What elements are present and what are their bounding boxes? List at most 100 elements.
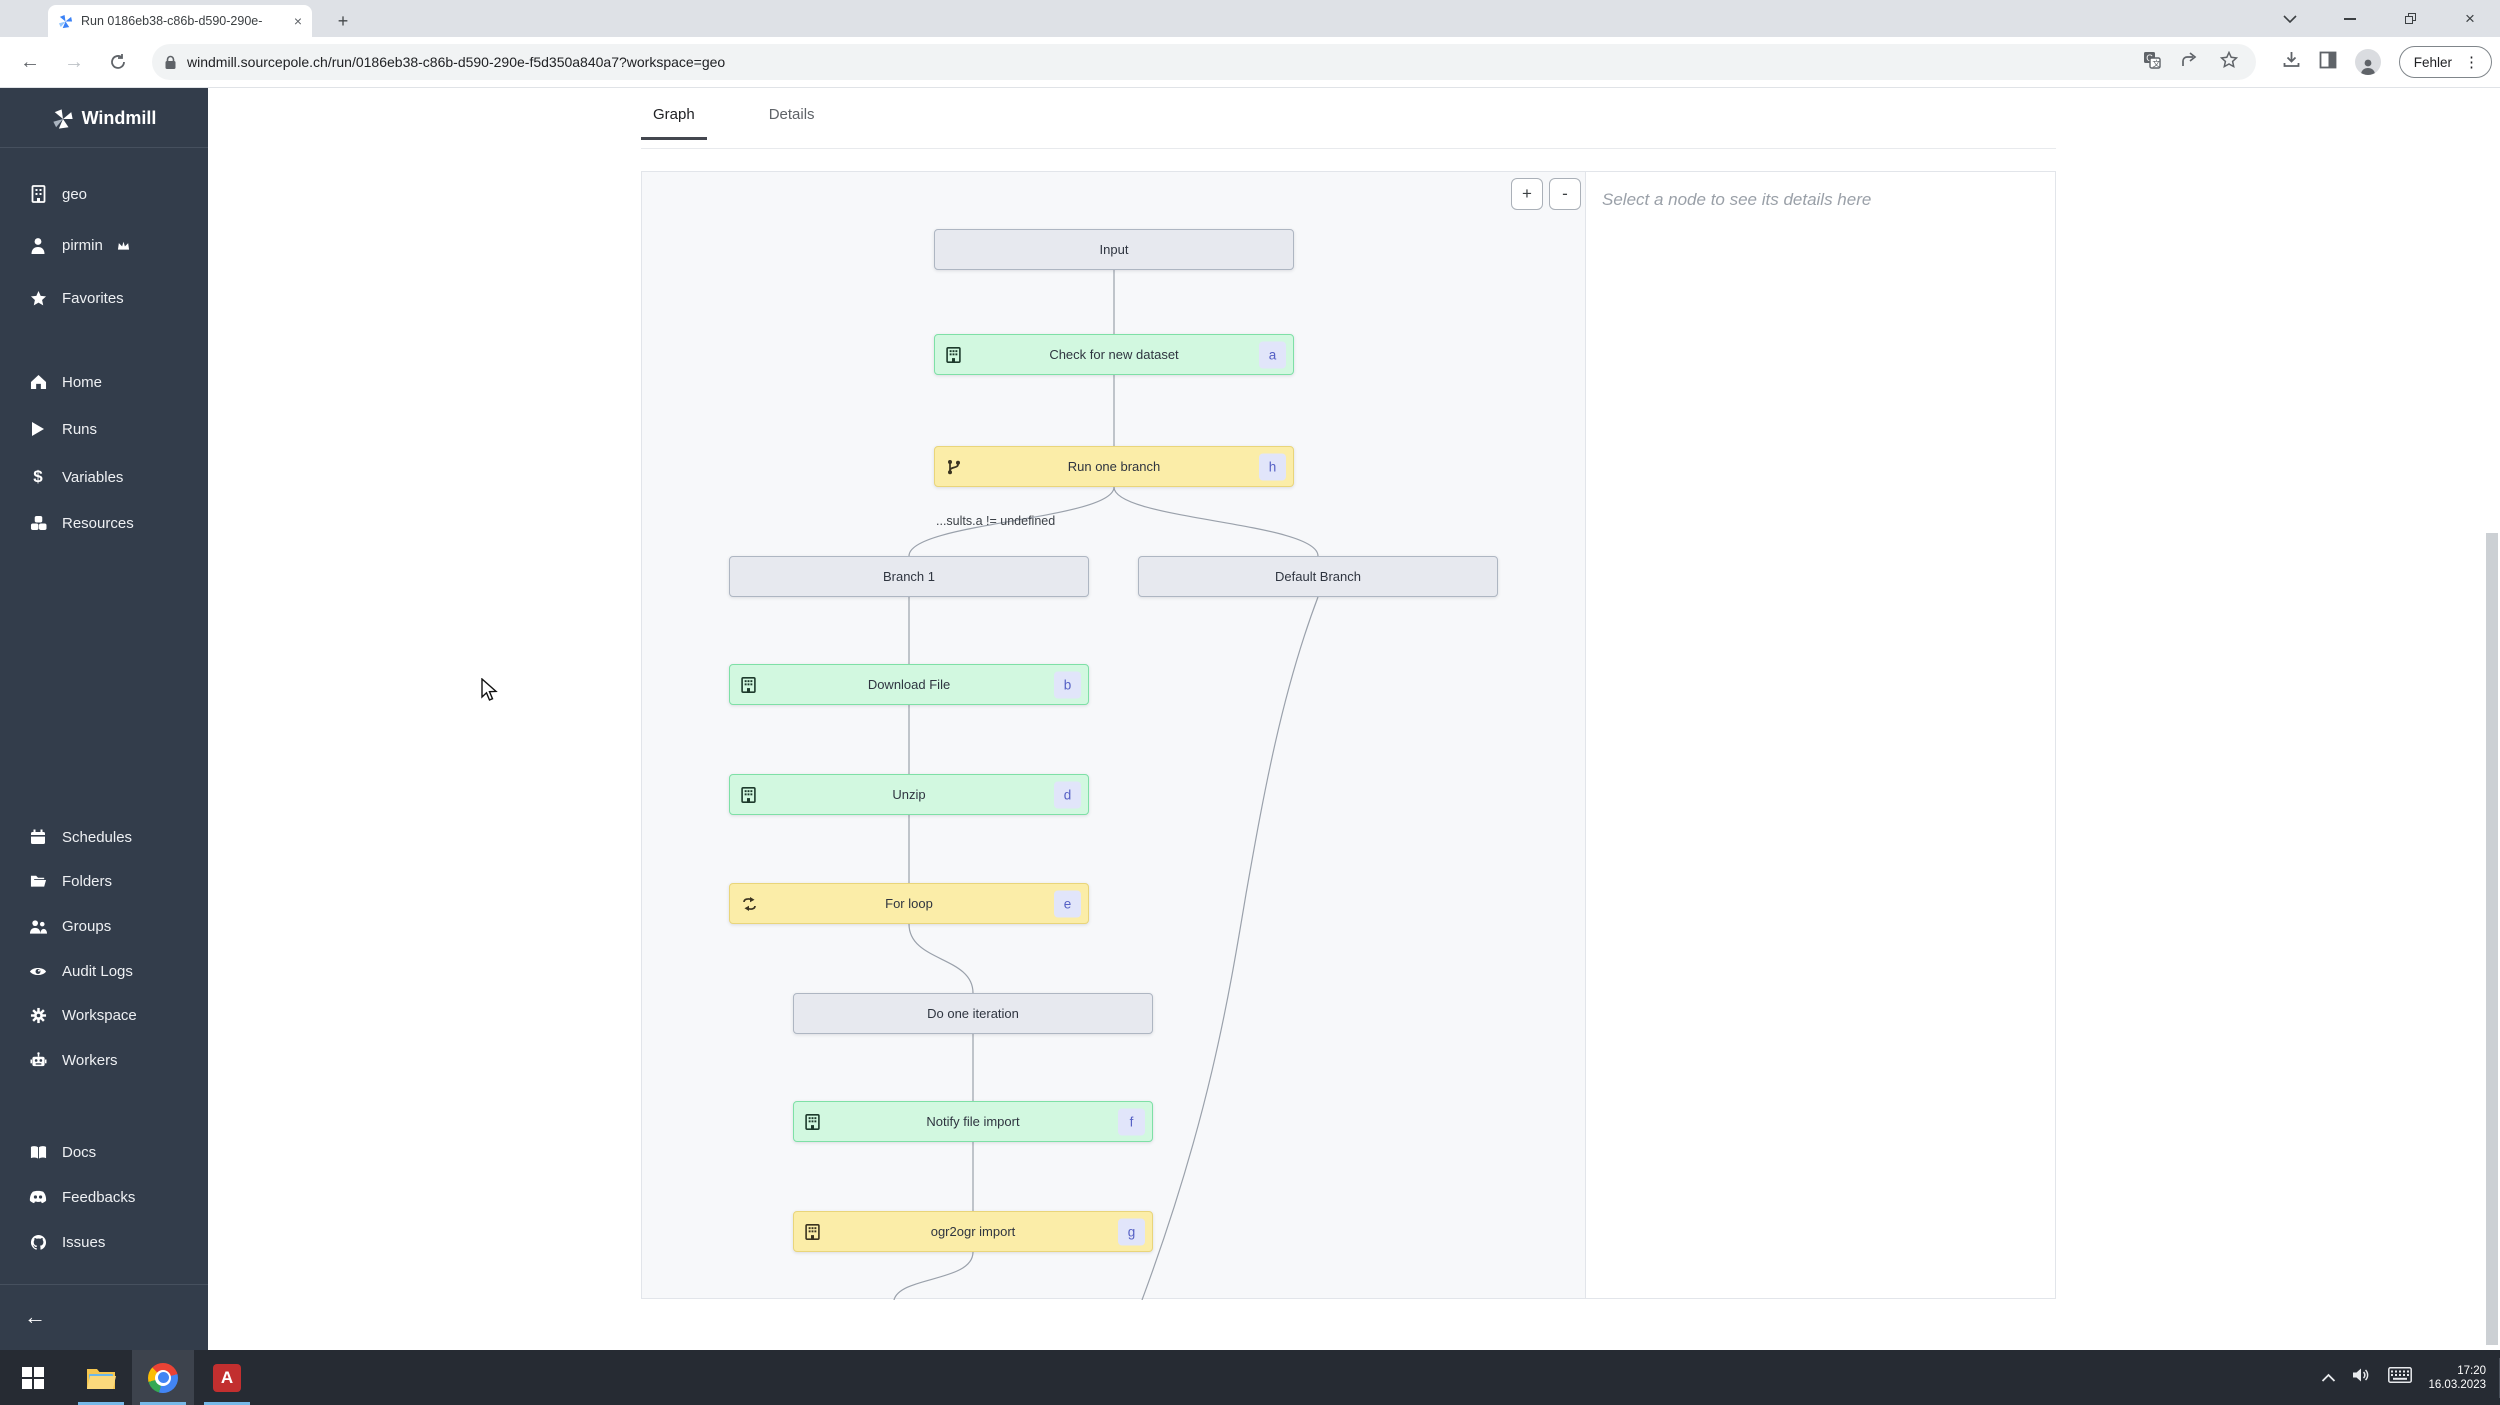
flow-node-branch-1[interactable]: Branch 1 (729, 556, 1089, 597)
start-button[interactable] (2, 1350, 64, 1405)
taskbar-file-explorer[interactable] (70, 1350, 132, 1405)
minimize-button[interactable] (2320, 0, 2380, 37)
node-label: Unzip (892, 787, 926, 802)
browser-tab[interactable]: Run 0186eb38-c86b-d590-290e- × (48, 5, 312, 37)
restore-button[interactable] (2380, 0, 2440, 37)
sidebar-item-audit-logs[interactable]: Audit Logs (0, 949, 208, 993)
node-label: Do one iteration (927, 1006, 1019, 1021)
taskbar-acrobat[interactable]: A (196, 1350, 258, 1405)
reload-button[interactable] (98, 42, 138, 82)
sidebar-item-label: Favorites (62, 289, 124, 307)
sidebar-item-resources[interactable]: Resources (0, 501, 208, 545)
download-icon[interactable] (2282, 50, 2301, 74)
mouse-cursor (480, 677, 502, 707)
flow-node-do-one-iteration[interactable]: Do one iteration (793, 993, 1153, 1034)
side-panel-icon[interactable] (2319, 51, 2337, 74)
flow-graph-panel[interactable]: + - Input Check for new dataset a Run on… (641, 171, 1586, 1300)
profile-avatar[interactable] (2354, 49, 2381, 75)
flow-node-for-loop[interactable]: For loop e (729, 883, 1089, 924)
url-text[interactable]: windmill.sourcepole.ch/run/0186eb38-c86b… (187, 54, 2143, 70)
sidebar-item-home[interactable]: Home (0, 360, 208, 404)
bookmark-star-icon[interactable] (2219, 50, 2239, 74)
node-badge: e (1054, 890, 1081, 917)
zoom-out-button[interactable]: - (1549, 178, 1581, 210)
back-button[interactable]: ← (10, 42, 50, 82)
node-label: Run one branch (1067, 459, 1161, 474)
kebab-menu-icon[interactable]: ⋮ (2458, 53, 2485, 71)
dollar-icon: $ (33, 467, 43, 486)
building-icon (805, 1223, 820, 1240)
page-scrollbar[interactable] (2486, 533, 2498, 1345)
home-icon (28, 374, 48, 390)
sidebar-item-issues[interactable]: Issues (0, 1220, 208, 1264)
crown-icon (117, 240, 130, 251)
new-tab-button[interactable]: + (330, 8, 356, 34)
zoom-in-button[interactable]: + (1511, 178, 1543, 210)
sidebar-item-label: Home (62, 373, 103, 391)
flow-node-run-one-branch[interactable]: Run one branch h (934, 446, 1294, 487)
node-details-panel: Select a node to see its details here (1586, 171, 2056, 1299)
sidebar-item-runs[interactable]: Runs (0, 407, 208, 451)
branch-condition-label: ...sults.a != undefined (936, 514, 1056, 528)
sidebar-item-feedbacks[interactable]: Feedbacks (0, 1175, 208, 1219)
sidebar-item-label: Variables (62, 468, 124, 486)
windmill-brand[interactable]: Windmill (0, 100, 208, 148)
taskbar-chrome[interactable] (132, 1350, 194, 1405)
translate-icon[interactable]: G文 (2143, 51, 2161, 74)
view-tabs: Graph Details (641, 98, 827, 140)
flow-node-default-branch[interactable]: Default Branch (1138, 556, 1498, 597)
sidebar-item-docs[interactable]: Docs (0, 1130, 208, 1174)
windmill-favicon-icon (58, 14, 73, 29)
volume-icon[interactable] (2352, 1367, 2372, 1388)
user-icon (28, 237, 48, 254)
flow-node-check-for-new-dataset[interactable]: Check for new dataset a (934, 334, 1294, 375)
tab-graph[interactable]: Graph (641, 98, 707, 140)
sidebar-item-workers[interactable]: Workers (0, 1038, 208, 1082)
flow-node-unzip[interactable]: Unzip d (729, 774, 1089, 815)
sidebar-item-user-pirmin[interactable]: pirmin (0, 223, 208, 267)
node-badge: h (1259, 453, 1286, 480)
taskbar-clock[interactable]: 17:20 16.03.2023 (2428, 1364, 2486, 1392)
clock-date: 16.03.2023 (2428, 1378, 2486, 1391)
browser-titlebar: Run 0186eb38-c86b-d590-290e- × + × (0, 0, 2500, 37)
sidebar-item-label: Folders (62, 872, 113, 890)
close-window-button[interactable]: × (2440, 0, 2500, 37)
sidebar-item-label: Workers (62, 1051, 118, 1069)
tab-details[interactable]: Details (757, 98, 827, 140)
collapse-sidebar-button[interactable]: ← (24, 1304, 46, 1330)
book-icon (28, 1145, 48, 1160)
sidebar-item-workspace[interactable]: Workspace (0, 993, 208, 1037)
people-icon (28, 919, 48, 934)
error-label: Fehler (2413, 54, 2452, 70)
sidebar-item-favorites[interactable]: Favorites (0, 276, 208, 320)
tab-close-icon[interactable]: × (294, 13, 302, 29)
flow-node-download-file[interactable]: Download File b (729, 664, 1089, 705)
keyboard-icon[interactable] (2388, 1367, 2413, 1388)
node-label: Check for new dataset (1049, 347, 1179, 362)
sidebar-item-label: Feedbacks (62, 1188, 136, 1206)
flow-node-input[interactable]: Input (934, 229, 1294, 270)
sidebar-item-folders[interactable]: Folders (0, 859, 208, 903)
address-bar[interactable]: windmill.sourcepole.ch/run/0186eb38-c86b… (152, 44, 2256, 80)
tabs-underline (641, 148, 2056, 149)
clock-time: 17:20 (2457, 1364, 2486, 1377)
sidebar-item-label: Workspace (62, 1006, 137, 1024)
flow-node-notify-file-import[interactable]: Notify file import f (793, 1101, 1153, 1142)
browser-error-menu-button[interactable]: Fehler ⋮ (2398, 46, 2492, 78)
building-icon (741, 676, 756, 693)
window-controls: × (2260, 0, 2500, 37)
sidebar-item-groups[interactable]: Groups (0, 904, 208, 948)
node-badge: a (1259, 341, 1286, 368)
sidebar-item-schedules[interactable]: Schedules (0, 815, 208, 859)
sidebar-item-workspace-geo[interactable]: geo (0, 172, 208, 216)
sidebar-item-label: pirmin (62, 236, 103, 254)
window-menu-chevron-icon[interactable] (2260, 0, 2320, 37)
forward-button: → (64, 50, 84, 73)
eye-icon (28, 965, 48, 978)
tray-chevron-up-icon[interactable] (2321, 1369, 2336, 1387)
building-icon (805, 1113, 820, 1130)
flow-node-ogr2ogr-import[interactable]: ogr2ogr import g (793, 1211, 1153, 1252)
sidebar-item-variables[interactable]: $ Variables (0, 455, 208, 499)
share-icon[interactable] (2181, 51, 2200, 73)
sidebar-item-label: Schedules (62, 828, 133, 846)
